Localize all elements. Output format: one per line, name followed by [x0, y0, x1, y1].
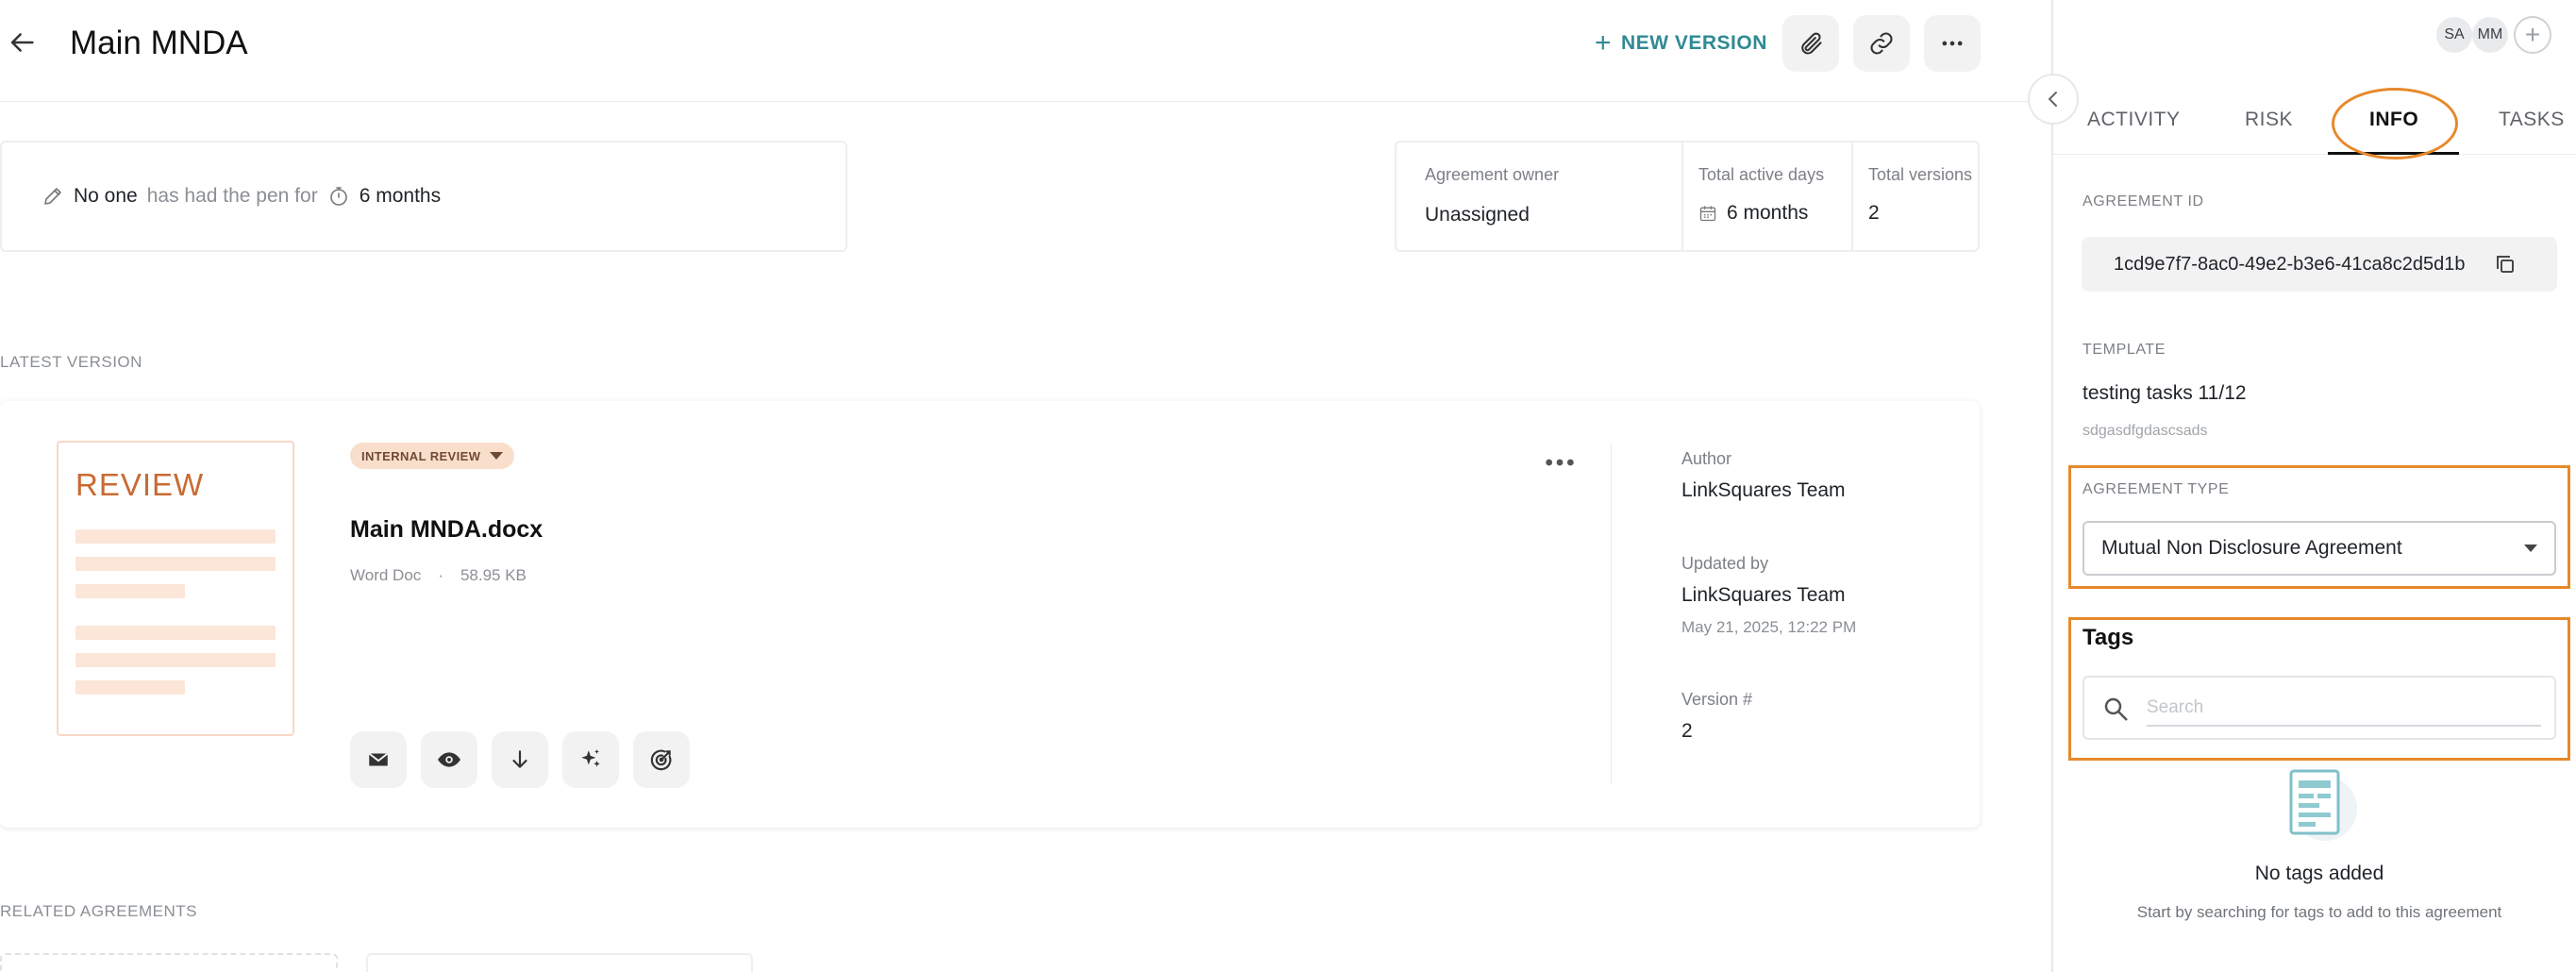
- agreement-stats: Agreement owner Unassigned Total active …: [1395, 141, 1980, 252]
- new-version-label: NEW VERSION: [1621, 32, 1767, 54]
- back-arrow-icon[interactable]: [6, 26, 38, 59]
- pen-holder-box: No one has had the pen for 6 months: [0, 141, 847, 252]
- new-version-button[interactable]: + NEW VERSION: [1595, 26, 1767, 60]
- versions-value: 2: [1868, 202, 1880, 224]
- pen-duration: 6 months: [359, 185, 442, 207]
- versions-stat: Total versions 2: [1853, 142, 1978, 250]
- thumbnail-line: [75, 626, 276, 640]
- pen-holder-name: No one: [74, 185, 138, 207]
- updated-date: May 21, 2025, 12:22 PM: [1681, 618, 1857, 636]
- tags-search: [2083, 676, 2556, 740]
- email-icon: [368, 752, 389, 766]
- document-thumbnail[interactable]: REVIEW: [57, 441, 294, 736]
- template-description: sdgasdfgdascsads: [2083, 423, 2208, 439]
- more-options-button[interactable]: [1924, 15, 1981, 72]
- agreement-type-select[interactable]: Mutual Non Disclosure Agreement: [2083, 521, 2556, 576]
- file-type: Word Doc: [350, 566, 422, 584]
- template-label: TEMPLATE: [2083, 342, 2166, 358]
- author-label: Author: [1681, 449, 1732, 468]
- version-number-label: Version #: [1681, 690, 1753, 709]
- ai-sparkle-icon: [581, 749, 600, 767]
- plus-icon: +: [1595, 27, 1613, 59]
- target-button[interactable]: [633, 731, 690, 788]
- add-collaborator-button[interactable]: +: [2514, 16, 2551, 54]
- tab-tasks[interactable]: TASKS: [2499, 109, 2565, 131]
- email-button[interactable]: [350, 731, 407, 788]
- link-icon: [1870, 32, 1893, 55]
- download-icon: [512, 750, 527, 768]
- owner-value: Unassigned: [1425, 204, 1530, 226]
- copy-icon[interactable]: [2494, 253, 2517, 276]
- caret-down-icon: [490, 452, 504, 460]
- agreement-id-label: AGREEMENT ID: [2083, 193, 2204, 209]
- related-agreement-card[interactable]: [366, 953, 753, 972]
- active-days-value: 6 months: [1727, 202, 1809, 224]
- empty-tags-title: No tags added: [2254, 863, 2384, 884]
- latest-version-heading: LATEST VERSION: [0, 353, 142, 371]
- pencil-icon: [44, 188, 61, 205]
- related-agreements-heading: RELATED AGREEMENTS: [0, 902, 197, 920]
- owner-label: Agreement owner: [1425, 165, 1560, 184]
- preview-button[interactable]: [421, 731, 477, 788]
- status-badge[interactable]: INTERNAL REVIEW: [350, 443, 515, 469]
- download-button[interactable]: [492, 731, 548, 788]
- agreement-id-value: 1cd9e7f7-8ac0-49e2-b3e6-41ca8c2d5d1b: [2114, 253, 2466, 275]
- active-days-stat: Total active days 6 months: [1683, 142, 1853, 250]
- agreement-type-label: AGREEMENT TYPE: [2083, 481, 2230, 497]
- file-meta: Word Doc · 58.95 KB: [350, 566, 527, 585]
- version-number-value: 2: [1681, 720, 1693, 742]
- thumbnail-line: [75, 653, 276, 667]
- avatar[interactable]: MM: [2472, 17, 2508, 53]
- agreement-id-field: 1cd9e7f7-8ac0-49e2-b3e6-41ca8c2d5d1b: [2082, 237, 2557, 292]
- pen-holder-text: has had the pen for: [146, 185, 318, 207]
- collapse-panel-button[interactable]: [2028, 74, 2079, 125]
- agreement-page: Main MNDA + NEW VERSION No one has had t…: [0, 0, 2576, 972]
- more-horizontal-icon: [1942, 41, 1963, 46]
- agreement-type-value: Mutual Non Disclosure Agreement: [2101, 537, 2402, 559]
- thumbnail-line: [75, 529, 276, 544]
- card-divider: [1611, 444, 1612, 785]
- template-value[interactable]: testing tasks 11/12: [2083, 382, 2247, 405]
- info-tab-highlight: [2332, 88, 2458, 159]
- tab-risk[interactable]: RISK: [2245, 109, 2293, 131]
- avatar[interactable]: SA: [2436, 17, 2472, 53]
- active-days-label: Total active days: [1698, 165, 1825, 184]
- calendar-icon: [1699, 206, 1716, 222]
- document-list-icon: [2276, 769, 2361, 845]
- file-size: 58.95 KB: [460, 566, 527, 584]
- author-value: LinkSquares Team: [1681, 479, 1846, 501]
- updated-by-value: LinkSquares Team: [1681, 584, 1846, 606]
- search-icon: [2104, 697, 2128, 721]
- thumbnail-review-text: REVIEW: [75, 467, 205, 502]
- copy-link-button[interactable]: [1853, 15, 1910, 72]
- target-icon: [650, 749, 672, 771]
- caret-down-icon: [2524, 545, 2537, 552]
- thumbnail-line: [75, 584, 185, 598]
- page-title: Main MNDA: [70, 25, 248, 61]
- meta-separator: ·: [438, 566, 443, 584]
- thumbnail-line: [75, 557, 276, 571]
- tab-activity[interactable]: ACTIVITY: [2087, 109, 2181, 131]
- empty-tags-subtitle: Start by searching for tags to add to th…: [2136, 903, 2502, 921]
- chevron-left-icon: [2049, 92, 2057, 107]
- owner-stat[interactable]: Agreement owner Unassigned: [1397, 142, 1683, 250]
- attach-button[interactable]: [1782, 15, 1839, 72]
- eye-icon: [438, 752, 460, 767]
- header-divider: [0, 101, 2051, 102]
- stopwatch-icon: [329, 187, 347, 206]
- ai-assist-button[interactable]: [562, 731, 619, 788]
- thumbnail-line: [75, 680, 185, 695]
- related-agreement-add-card[interactable]: [0, 953, 338, 972]
- versions-label: Total versions: [1868, 165, 1973, 184]
- tabs-divider: [2053, 154, 2576, 155]
- tags-heading: Tags: [2083, 625, 2134, 650]
- file-name[interactable]: Main MNDA.docx: [350, 516, 543, 544]
- updated-by-label: Updated by: [1681, 554, 1769, 573]
- status-badge-label: INTERNAL REVIEW: [361, 448, 481, 463]
- tags-search-input[interactable]: [2147, 691, 2541, 727]
- more-horizontal-icon[interactable]: [1544, 453, 1576, 472]
- paperclip-icon: [1801, 32, 1822, 55]
